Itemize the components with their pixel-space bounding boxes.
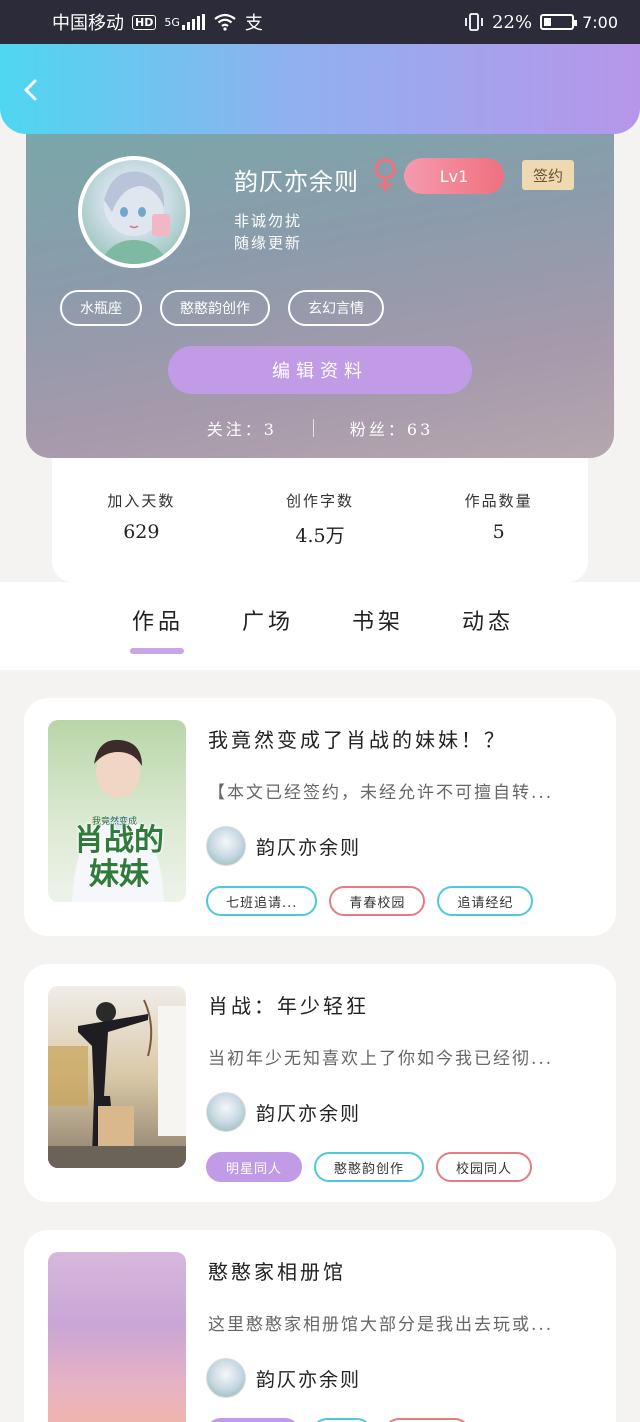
work-cover[interactable]: 我竟然变成 肖战的妹妹 (48, 720, 186, 902)
bio-line-1: 非诚勿扰 (234, 212, 303, 230)
work-tags (206, 1418, 470, 1422)
tab-feed[interactable]: 动态 (462, 604, 514, 636)
stat-works-count: 作品数量 5 (409, 490, 588, 582)
vibrate-icon (465, 13, 483, 31)
carrier-label: 中国移动 (52, 13, 124, 34)
header-bar (0, 44, 640, 134)
tab-bookshelf[interactable]: 书架 (352, 604, 404, 636)
bio-line-2: 随缘更新 (234, 234, 303, 252)
stat-word-count: 创作字数 4.5万 (231, 490, 410, 582)
author-name: 韵仄亦余则 (256, 1368, 362, 1391)
status-bar: 中国移动 HD 5G 支 22% 7:00 (0, 0, 640, 44)
work-tag[interactable]: 追请经纪 (437, 886, 534, 916)
work-card[interactable]: 肖战：年少轻狂 当初年少无知喜欢上了你如今我已经彻... 韵仄亦余则 明星同人 … (24, 964, 616, 1202)
level-badge: Lv1 (404, 158, 504, 194)
profile-tags: 水瓶座 憨憨韵创作 玄幻言情 (60, 290, 384, 326)
work-tag[interactable] (312, 1418, 372, 1422)
wifi-icon (214, 13, 236, 31)
back-arrow-icon[interactable] (20, 78, 44, 102)
author-name: 韵仄亦余则 (256, 836, 362, 859)
user-name: 韵仄亦余则 (234, 168, 359, 196)
follow-stats: 关注：3 粉丝：63 (26, 416, 614, 440)
profile-tag[interactable]: 憨憨韵创作 (160, 290, 270, 326)
work-description: 当初年少无知喜欢上了你如今我已经彻... (208, 1049, 554, 1069)
work-cover[interactable] (48, 1252, 186, 1422)
stat-label: 创作字数 (286, 492, 355, 510)
followers-count[interactable]: 粉丝：63 (350, 416, 433, 440)
profile-tag[interactable]: 玄幻言情 (288, 290, 384, 326)
signed-badge: 签约 (522, 160, 574, 190)
hd-icon: HD (132, 14, 157, 30)
bio: 非诚勿扰 随缘更新 (234, 210, 302, 254)
work-tag[interactable]: 七班追请... (206, 886, 318, 916)
work-description: 这里憨憨家相册馆大部分是我出去玩或... (208, 1315, 554, 1335)
female-icon (374, 158, 396, 192)
work-tag[interactable]: 明星同人 (206, 1152, 303, 1182)
network-label: 5G (164, 15, 180, 29)
author-avatar (206, 1092, 246, 1132)
work-title[interactable]: 肖战：年少轻狂 (208, 990, 369, 1019)
work-tag[interactable]: 青春校园 (329, 886, 426, 916)
following-count[interactable]: 关注：3 (207, 416, 277, 440)
work-author: 韵仄亦余则 (206, 1092, 361, 1132)
tab-square[interactable]: 广场 (242, 604, 294, 636)
profile-tag[interactable]: 水瓶座 (60, 290, 142, 326)
battery-icon (540, 14, 578, 30)
stat-value: 4.5万 (295, 525, 345, 547)
stat-label: 加入天数 (107, 492, 176, 510)
battery-percent: 22% (492, 11, 533, 33)
work-tag[interactable] (384, 1418, 470, 1422)
author-name: 韵仄亦余则 (256, 1102, 362, 1125)
avatar[interactable] (78, 156, 190, 268)
payment-icon: 支 (244, 13, 263, 34)
work-author: 韵仄亦余则 (206, 826, 361, 866)
tab-works[interactable]: 作品 (129, 604, 185, 654)
work-card[interactable]: 我竟然变成 肖战的妹妹 我竟然变成了肖战的妹妹！？ 【本文已经签约，未经允许不可… (24, 698, 616, 936)
stat-join-days: 加入天数 629 (52, 490, 231, 582)
stats-card: 加入天数 629 创作字数 4.5万 作品数量 5 (52, 440, 588, 582)
signal-icon (181, 14, 205, 30)
work-tags: 七班追请... 青春校园 追请经纪 (206, 886, 534, 916)
author-avatar (206, 1358, 246, 1398)
stat-value: 629 (123, 521, 160, 543)
work-tag[interactable]: 憨憨韵创作 (314, 1152, 425, 1182)
work-card[interactable]: 憨憨家相册馆 这里憨憨家相册馆大部分是我出去玩或... 韵仄亦余则 (24, 1230, 616, 1422)
divider (312, 419, 314, 437)
work-title[interactable]: 憨憨家相册馆 (208, 1256, 346, 1285)
work-tags: 明星同人 憨憨韵创作 校园同人 (206, 1152, 533, 1182)
tab-bar: 作品 广场 书架 动态 (0, 582, 640, 670)
edit-profile-button[interactable]: 编辑资料 (168, 346, 472, 394)
work-tag[interactable]: 校园同人 (436, 1152, 533, 1182)
stat-label: 作品数量 (464, 492, 533, 510)
profile-card: 韵仄亦余则 Lv1 签约 非诚勿扰 随缘更新 水瓶座 憨憨韵创作 玄幻言情 编辑… (26, 118, 614, 458)
work-cover[interactable] (48, 986, 186, 1168)
work-description: 【本文已经签约，未经允许不可擅自转... (208, 783, 554, 803)
work-tag[interactable] (206, 1418, 300, 1422)
stat-value: 5 (492, 521, 505, 543)
author-avatar (206, 826, 246, 866)
work-title[interactable]: 我竟然变成了肖战的妹妹！？ (208, 724, 507, 753)
clock: 7:00 (582, 12, 618, 32)
cover-title: 肖战的妹妹 (74, 823, 164, 892)
work-author: 韵仄亦余则 (206, 1358, 361, 1398)
